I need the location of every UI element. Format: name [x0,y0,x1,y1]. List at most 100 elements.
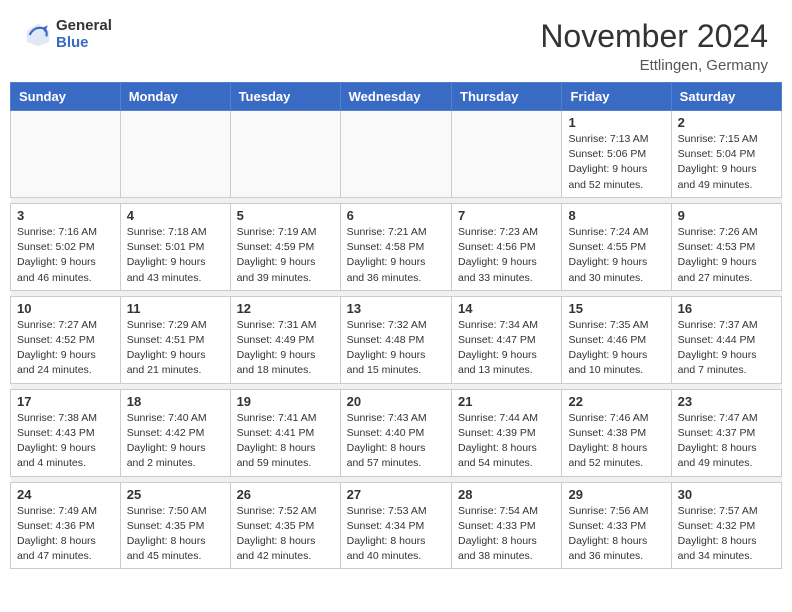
day-number: 13 [347,301,445,316]
calendar-cell: 3 Sunrise: 7:16 AM Sunset: 5:02 PM Daylig… [11,203,121,290]
day-number: 28 [458,487,555,502]
calendar-cell [11,111,121,198]
calendar-cell: 13 Sunrise: 7:32 AM Sunset: 4:48 PM Dayli… [340,296,451,383]
day-info: Sunrise: 7:23 AM Sunset: 4:56 PM Dayligh… [458,225,555,286]
day-info: Sunrise: 7:32 AM Sunset: 4:48 PM Dayligh… [347,318,445,379]
day-of-week-header: Sunday [11,83,121,111]
calendar-cell: 11 Sunrise: 7:29 AM Sunset: 4:51 PM Dayli… [120,296,230,383]
day-info: Sunrise: 7:19 AM Sunset: 4:59 PM Dayligh… [237,225,334,286]
logo-blue: Blue [56,35,112,52]
day-info: Sunrise: 7:21 AM Sunset: 4:58 PM Dayligh… [347,225,445,286]
calendar-cell: 17Sunrise: 7:38 AM Sunset: 4:43 PM Dayli… [11,389,121,476]
calendar-week-row: 1 Sunrise: 7:13 AM Sunset: 5:06 PM Daylig… [11,111,782,198]
calendar-cell: 28 Sunrise: 7:54 AM Sunset: 4:33 PM Dayli… [452,482,562,569]
header: General Blue November 2024 Ettlingen, Ge… [0,0,792,82]
calendar-cell: 14 Sunrise: 7:34 AM Sunset: 4:47 PM Dayli… [452,296,562,383]
calendar-cell [230,111,340,198]
calendar-cell: 2 Sunrise: 7:15 AM Sunset: 5:04 PM Daylig… [671,111,781,198]
day-info: Sunrise: 7:18 AM Sunset: 5:01 PM Dayligh… [127,225,224,286]
day-info: Sunrise: 7:34 AM Sunset: 4:47 PM Dayligh… [458,318,555,379]
day-number: 3 [17,208,114,223]
day-info: Sunrise: 7:24 AM Sunset: 4:55 PM Dayligh… [568,225,664,286]
day-of-week-header: Thursday [452,83,562,111]
day-of-week-header: Saturday [671,83,781,111]
day-of-week-header: Tuesday [230,83,340,111]
day-info: Sunrise: 7:37 AM Sunset: 4:44 PM Dayligh… [678,318,775,379]
day-number: 11 [127,301,224,316]
calendar-cell [452,111,562,198]
day-number: 29 [568,487,664,502]
logo-icon [24,21,52,49]
day-info: Sunrise: 7:29 AM Sunset: 4:51 PM Dayligh… [127,318,224,379]
day-number: 6 [347,208,445,223]
calendar-cell: 12Sunrise: 7:31 AM Sunset: 4:49 PM Dayli… [230,296,340,383]
day-number: 26 [237,487,334,502]
day-number: 4 [127,208,224,223]
day-number: 20 [347,394,445,409]
day-number: 21 [458,394,555,409]
day-info: Sunrise: 7:40 AM Sunset: 4:42 PM Dayligh… [127,411,224,472]
day-number: 14 [458,301,555,316]
day-number: 8 [568,208,664,223]
calendar-cell: 22 Sunrise: 7:46 AM Sunset: 4:38 PM Dayli… [562,389,671,476]
location: Ettlingen, Germany [540,57,768,74]
calendar-cell: 9 Sunrise: 7:26 AM Sunset: 4:53 PM Daylig… [671,203,781,290]
day-info: Sunrise: 7:38 AM Sunset: 4:43 PM Dayligh… [17,411,114,472]
day-number: 10 [17,301,114,316]
day-number: 30 [678,487,775,502]
calendar-cell: 4 Sunrise: 7:18 AM Sunset: 5:01 PM Daylig… [120,203,230,290]
calendar-cell: 30Sunrise: 7:57 AM Sunset: 4:32 PM Dayli… [671,482,781,569]
day-number: 15 [568,301,664,316]
day-info: Sunrise: 7:52 AM Sunset: 4:35 PM Dayligh… [237,504,334,565]
month-title: November 2024 [540,18,768,55]
day-number: 16 [678,301,775,316]
day-info: Sunrise: 7:56 AM Sunset: 4:33 PM Dayligh… [568,504,664,565]
day-info: Sunrise: 7:41 AM Sunset: 4:41 PM Dayligh… [237,411,334,472]
day-of-week-header: Monday [120,83,230,111]
calendar: SundayMondayTuesdayWednesdayThursdayFrid… [10,82,782,569]
day-info: Sunrise: 7:35 AM Sunset: 4:46 PM Dayligh… [568,318,664,379]
day-number: 9 [678,208,775,223]
day-number: 24 [17,487,114,502]
calendar-cell: 27 Sunrise: 7:53 AM Sunset: 4:34 PM Dayli… [340,482,451,569]
day-info: Sunrise: 7:26 AM Sunset: 4:53 PM Dayligh… [678,225,775,286]
day-number: 18 [127,394,224,409]
day-number: 7 [458,208,555,223]
logo: General Blue [24,18,112,51]
day-info: Sunrise: 7:44 AM Sunset: 4:39 PM Dayligh… [458,411,555,472]
day-of-week-header: Wednesday [340,83,451,111]
day-number: 19 [237,394,334,409]
day-info: Sunrise: 7:54 AM Sunset: 4:33 PM Dayligh… [458,504,555,565]
day-info: Sunrise: 7:27 AM Sunset: 4:52 PM Dayligh… [17,318,114,379]
day-number: 25 [127,487,224,502]
day-number: 27 [347,487,445,502]
logo-general: General [56,18,112,35]
calendar-week-row: 24Sunrise: 7:49 AM Sunset: 4:36 PM Dayli… [11,482,782,569]
day-number: 1 [568,115,664,130]
day-info: Sunrise: 7:50 AM Sunset: 4:35 PM Dayligh… [127,504,224,565]
day-number: 2 [678,115,775,130]
day-info: Sunrise: 7:46 AM Sunset: 4:38 PM Dayligh… [568,411,664,472]
calendar-cell: 15 Sunrise: 7:35 AM Sunset: 4:46 PM Dayli… [562,296,671,383]
calendar-cell: 20 Sunrise: 7:43 AM Sunset: 4:40 PM Dayli… [340,389,451,476]
calendar-cell [340,111,451,198]
day-info: Sunrise: 7:53 AM Sunset: 4:34 PM Dayligh… [347,504,445,565]
calendar-cell: 6 Sunrise: 7:21 AM Sunset: 4:58 PM Daylig… [340,203,451,290]
day-number: 23 [678,394,775,409]
calendar-cell: 18 Sunrise: 7:40 AM Sunset: 4:42 PM Dayli… [120,389,230,476]
day-number: 5 [237,208,334,223]
day-info: Sunrise: 7:15 AM Sunset: 5:04 PM Dayligh… [678,132,775,193]
day-info: Sunrise: 7:16 AM Sunset: 5:02 PM Dayligh… [17,225,114,286]
calendar-cell: 29 Sunrise: 7:56 AM Sunset: 4:33 PM Dayli… [562,482,671,569]
day-info: Sunrise: 7:13 AM Sunset: 5:06 PM Dayligh… [568,132,664,193]
calendar-cell: 7 Sunrise: 7:23 AM Sunset: 4:56 PM Daylig… [452,203,562,290]
calendar-cell: 25 Sunrise: 7:50 AM Sunset: 4:35 PM Dayli… [120,482,230,569]
title-block: November 2024 Ettlingen, Germany [540,18,768,74]
day-info: Sunrise: 7:47 AM Sunset: 4:37 PM Dayligh… [678,411,775,472]
calendar-cell: 8 Sunrise: 7:24 AM Sunset: 4:55 PM Daylig… [562,203,671,290]
day-number: 22 [568,394,664,409]
day-info: Sunrise: 7:43 AM Sunset: 4:40 PM Dayligh… [347,411,445,472]
calendar-week-row: 17Sunrise: 7:38 AM Sunset: 4:43 PM Dayli… [11,389,782,476]
calendar-cell: 21 Sunrise: 7:44 AM Sunset: 4:39 PM Dayli… [452,389,562,476]
day-of-week-header: Friday [562,83,671,111]
